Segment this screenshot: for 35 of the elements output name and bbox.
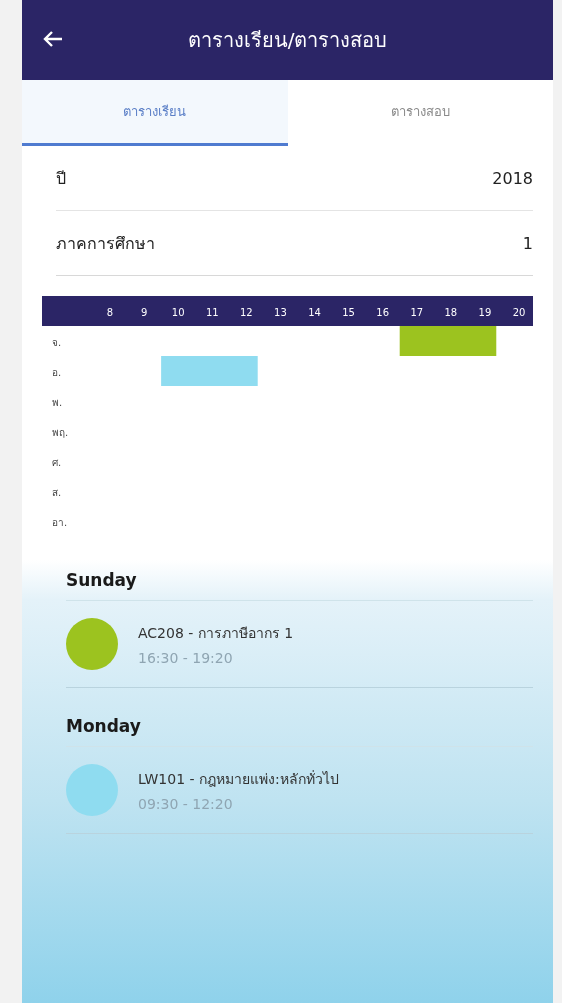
hour-label: 14: [308, 307, 321, 318]
class-time: 16:30 - 19:20: [138, 650, 234, 666]
screen-title: ตารางเรียน/ตารางสอบ: [186, 27, 389, 54]
day-label: พ.: [52, 397, 63, 408]
tab[interactable]: ตารางสอบ: [287, 80, 553, 146]
hour-label: 8: [106, 307, 114, 318]
class-block[interactable]: [161, 356, 258, 386]
day-label: จ.: [52, 337, 62, 348]
class-time: 09:30 - 12:20: [138, 796, 234, 812]
day-label: อา.: [52, 517, 68, 528]
tab[interactable]: ตารางเรียน: [22, 80, 288, 146]
course-title: LW101 - กฎหมายแพ่ง:หลักทั่วไป: [138, 769, 339, 789]
hour-label: 16: [376, 307, 390, 318]
class-block[interactable]: [399, 326, 497, 356]
hour-label: 10: [171, 307, 185, 318]
day-label: ส.: [52, 487, 62, 498]
field-value[interactable]: 2018: [492, 168, 533, 188]
hour-label: 15: [342, 307, 355, 318]
hour-label: 11: [205, 307, 219, 318]
day-label: อ.: [52, 367, 62, 378]
hour-label: 13: [274, 307, 287, 318]
hour-label: 20: [512, 307, 526, 318]
hour-label: 9: [140, 307, 148, 318]
hour-label: 12: [239, 307, 253, 318]
day-label: พฤ.: [52, 427, 69, 438]
day-label: ศ.: [52, 457, 62, 468]
day-heading: Monday: [66, 715, 142, 738]
hour-label: 18: [444, 307, 458, 318]
course-title: AC208 - การภาษีอากร 1: [138, 624, 294, 643]
day-heading: Sunday: [66, 569, 138, 592]
hour-label: 19: [478, 307, 492, 318]
hour-label: 17: [410, 307, 424, 318]
field-value[interactable]: 1: [522, 233, 533, 253]
field-label: ปี: [56, 167, 66, 190]
field-label: ภาคการศึกษา: [56, 232, 155, 255]
